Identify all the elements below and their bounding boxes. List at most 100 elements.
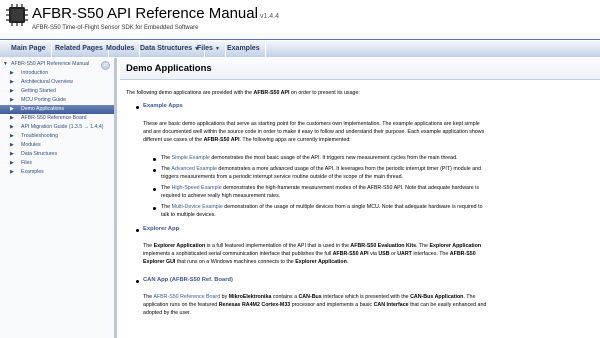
simple-example-link[interactable]: Simple Example [172, 155, 210, 161]
expand-arrow-icon[interactable]: ▶ [10, 105, 14, 114]
expand-arrow-icon[interactable]: ▶ [10, 114, 14, 123]
expand-arrow-icon[interactable]: ▶ [10, 96, 14, 105]
text: that runs on a Windows machines connects… [175, 259, 296, 265]
expand-arrow-icon[interactable]: ▶ [10, 78, 14, 87]
sidebar-item-files[interactable]: ▶ Files [0, 159, 114, 168]
intro-bold: AFBR-S50 API [253, 90, 290, 96]
text: demonstrates the most basic usage of the… [209, 155, 458, 161]
sidebar-item-data-structures[interactable]: ▶ Data Structures [0, 150, 114, 159]
sidebar-item-root[interactable]: ▼ AFBR-S50 API Reference Manual [0, 60, 114, 69]
project-brief: AFBR-S50 Time-of-Flight Sensor SDK for E… [32, 25, 199, 31]
text-bold: UART [397, 251, 412, 257]
bullet [136, 280, 139, 283]
reference-board-link[interactable]: AFBR-S50 Reference Board [153, 294, 220, 300]
text: The [161, 185, 172, 191]
sidebar-item-label: API Migration Guide (1.3.5 → 1.4.4) [21, 124, 104, 130]
text-bold: AFBR-S50 [449, 251, 476, 257]
sidebar-item-label: Introduction [21, 70, 49, 76]
text-bold: AFBR-S50 API [332, 251, 369, 257]
expand-arrow-icon[interactable]: ▶ [10, 132, 14, 141]
project-title: AFBR-S50 API Reference Manual [32, 5, 258, 22]
example-apps-link[interactable]: Example Apps [143, 103, 183, 109]
sidebar-item-modules[interactable]: ▶ Modules [0, 141, 114, 150]
text: . [346, 259, 349, 265]
sidebar-item-label: Troubleshooting [21, 133, 59, 139]
sidebar-tree: ▼ AFBR-S50 API Reference Manual ▶ Introd… [0, 58, 117, 338]
sidebar-item-introduction[interactable]: ▶ Introduction [0, 69, 114, 78]
main-menu: Main Page Related Pages Modules Data Str… [0, 41, 600, 57]
expand-arrow-icon[interactable]: ▶ [10, 168, 14, 177]
sidebar-item-troubleshooting[interactable]: ▶ Troubleshooting [0, 132, 114, 141]
sidebar-item-label: Modules [21, 142, 41, 148]
expand-arrow-icon[interactable]: ▶ [10, 141, 14, 150]
sidebar-item-reference-board[interactable]: ▶ AFBR-S50 Reference Board [0, 114, 114, 123]
menu-modules-label: Modules [106, 45, 135, 52]
multi-device-example-link[interactable]: Multi-Device Example [172, 204, 223, 210]
sidebar-item-demo-applications[interactable]: ▶ Demo Applications [0, 105, 114, 114]
expand-arrow-icon[interactable]: ▶ [10, 150, 14, 159]
expand-arrow-icon[interactable]: ▶ [10, 123, 14, 132]
expand-arrow-icon[interactable]: ▶ [10, 87, 14, 96]
can-app-line3: adopted by the user. [143, 310, 192, 316]
text-bold: AFBR-S50 Evaluation Kits [350, 243, 417, 249]
text: contains a [271, 294, 299, 300]
menu-main-page[interactable]: Main Page [6, 41, 52, 57]
intro-post: on order to present its usage: [289, 90, 360, 96]
text: . The following apps are currently imple… [239, 137, 351, 143]
page-header: Demo Applications [120, 58, 600, 80]
text-bold: Renesas RA4M2 Cortex-M33 [218, 302, 291, 308]
text: different use cases of the [143, 137, 204, 143]
bullet [153, 158, 156, 161]
text-bold: CAN-Bus Application [410, 294, 464, 300]
advanced-example-link[interactable]: Advanced Example [171, 166, 217, 172]
sidebar-item-mcu-porting-guide[interactable]: ▶ MCU Porting Guide [0, 96, 114, 105]
menu-examples-label: Examples [227, 45, 260, 52]
expand-arrow-icon[interactable]: ▼ [3, 60, 8, 69]
text-bold: AFBR-S50 API [203, 137, 240, 143]
text: processor and implements a basic [290, 302, 374, 308]
explorer-app-line3: Explorer GUI that runs on a Windows mach… [143, 258, 348, 267]
list-item-multi-device-example-line2: talk to multiple devices. [161, 212, 216, 218]
can-app-line2: application runs on the featured Renesas… [143, 301, 486, 310]
menu-examples[interactable]: Examples [222, 41, 266, 57]
sidebar-item-examples[interactable]: ▶ Examples [0, 168, 114, 177]
menu-data-structures-label: Data Structures [140, 45, 193, 52]
expand-arrow-icon[interactable]: ▶ [10, 159, 14, 168]
sidebar-item-architectural-overview[interactable]: ▶ Architectural Overview [0, 78, 114, 87]
sidebar-item-label: Getting Started [21, 88, 56, 94]
text: application runs on the featured [143, 302, 219, 308]
list-item-advanced-example-line2: triggers measurements from a periodic in… [161, 174, 404, 180]
text: that can be easily enhanced and [408, 302, 487, 308]
sidebar-item-api-migration-guide[interactable]: ▶ API Migration Guide (1.3.5 → 1.4.4) [0, 123, 114, 132]
can-app-link[interactable]: CAN App (AFBR-S50 Ref. Board) [143, 277, 233, 283]
high-speed-example-link[interactable]: High-Speed Example [172, 185, 222, 191]
menu-main-page-label: Main Page [11, 45, 46, 52]
text: interface which is presented with the [321, 294, 411, 300]
text: demonstration of the usage of multiple d… [222, 204, 483, 210]
text-bold: Explorer Application [295, 259, 347, 265]
list-item-simple-example: The Simple Example demonstrates the most… [161, 154, 458, 163]
bullet [153, 169, 156, 172]
sidebar-item-getting-started[interactable]: ▶ Getting Started [0, 87, 114, 96]
sidebar-item-label: AFBR-S50 API Reference Manual [11, 61, 90, 67]
page-title: Demo Applications [126, 63, 212, 74]
menu-files[interactable]: Files ▼ [192, 41, 226, 57]
sidebar-item-label: Architectural Overview [21, 79, 73, 85]
text: demonstrates a more advanced usage of th… [216, 166, 482, 172]
explorer-app-link[interactable]: Explorer App [143, 226, 179, 232]
chevron-down-icon: ▼ [214, 46, 220, 52]
bullet [136, 106, 139, 109]
sync-icon[interactable]: ⇄ [101, 61, 110, 70]
bullet [153, 188, 156, 191]
text: The [161, 166, 172, 172]
expand-arrow-icon[interactable]: ▶ [10, 69, 14, 78]
intro-text: The following demo applications are prov… [126, 89, 360, 98]
sidebar-item-label: Data Structures [21, 151, 58, 157]
list-item-high-speed-example-line2: required to achieve really high measurem… [161, 193, 281, 199]
sidebar-item-label: AFBR-S50 Reference Board [21, 115, 87, 121]
menu-files-label: Files [197, 45, 213, 52]
text: demonstrates the high-framerate measurem… [221, 185, 480, 191]
project-name: AFBR-S50 API Reference Manual v1.4.4 [32, 5, 279, 22]
example-apps-paragraph-line3: different use cases of the AFBR-S50 API.… [143, 136, 351, 145]
sidebar-item-label: Files [21, 160, 32, 166]
